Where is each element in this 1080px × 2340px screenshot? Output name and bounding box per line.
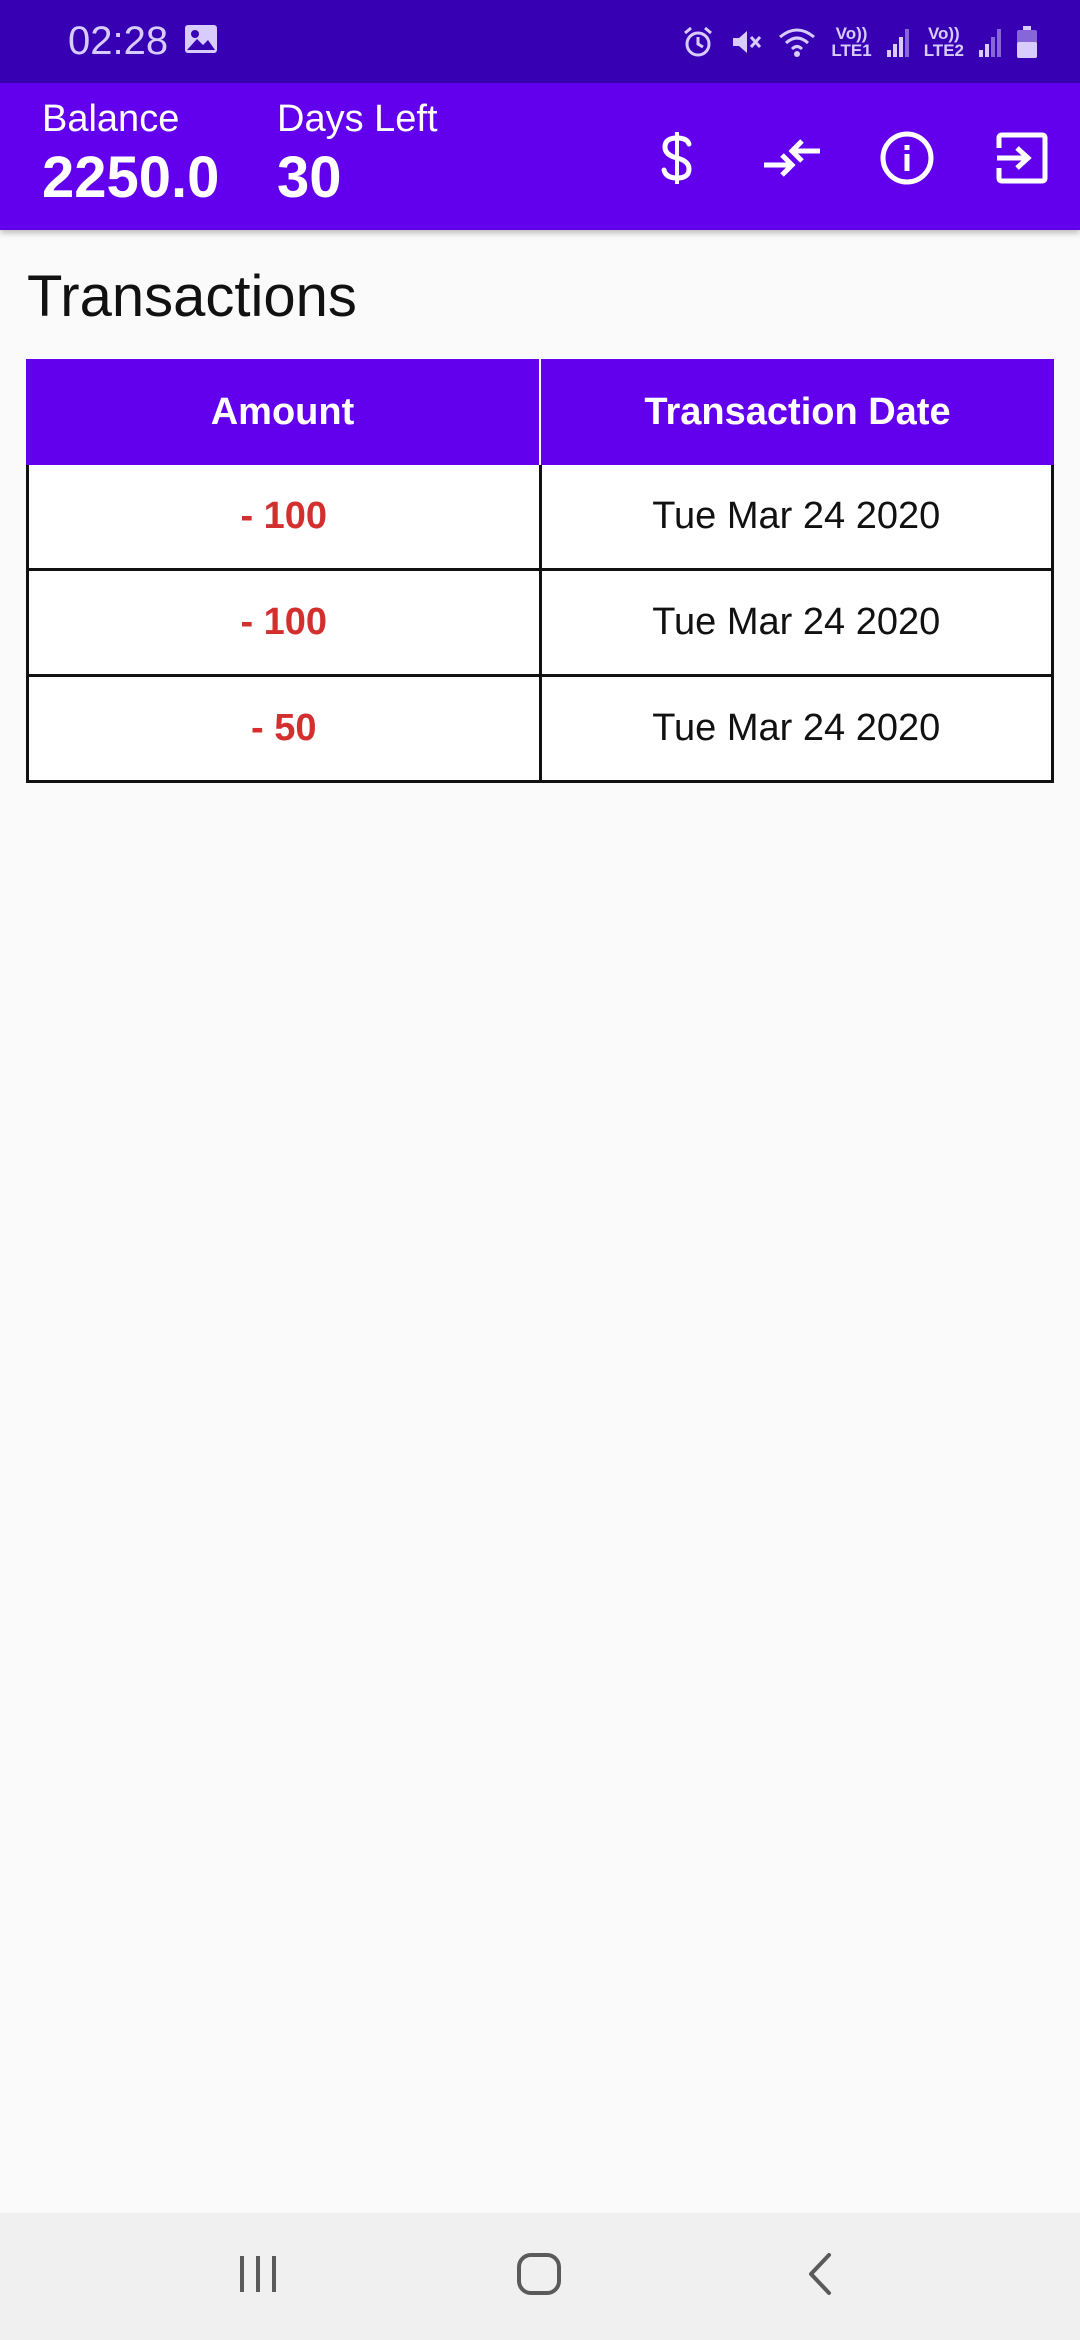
- table-row[interactable]: - 50 Tue Mar 24 2020: [26, 677, 1054, 783]
- recents-icon: [236, 2253, 280, 2300]
- sim1-indicator: Vo)) LTE1: [831, 25, 871, 59]
- days-left-value: 30: [277, 145, 342, 210]
- balance-label: Balance: [42, 98, 180, 140]
- wifi-icon: [777, 25, 817, 59]
- info-button[interactable]: [870, 121, 944, 195]
- table-row[interactable]: - 100 Tue Mar 24 2020: [26, 465, 1054, 571]
- date-cell: Tue Mar 24 2020: [652, 707, 941, 749]
- transfer-icon: [762, 135, 822, 181]
- alarm-icon: [681, 25, 715, 59]
- mute-icon: [729, 25, 763, 59]
- home-button[interactable]: [499, 2243, 579, 2309]
- days-left-label: Days Left: [277, 98, 438, 140]
- logout-button[interactable]: [985, 121, 1059, 195]
- column-header-amount: Amount: [26, 359, 541, 465]
- dollar-icon: [657, 130, 697, 186]
- balance-value: 2250.0: [42, 145, 220, 210]
- gallery-icon: [184, 24, 218, 54]
- transactions-title: Transactions: [27, 264, 357, 329]
- sim1-tech: LTE1: [831, 41, 872, 60]
- back-button[interactable]: [780, 2243, 860, 2309]
- amount-cell: - 100: [29, 571, 542, 674]
- recents-button[interactable]: [218, 2243, 298, 2309]
- app-bar: Balance 2250.0 Days Left 30: [0, 83, 1080, 230]
- logout-icon: [995, 132, 1049, 184]
- balance-stat: Balance 2250.0: [42, 95, 219, 213]
- column-header-date: Transaction Date: [644, 390, 951, 433]
- sim2-indicator: Vo)) LTE2: [924, 25, 964, 59]
- sim2-label: Vo)): [927, 24, 960, 43]
- back-icon: [803, 2251, 837, 2302]
- battery-icon: [1016, 25, 1038, 59]
- transfer-button[interactable]: [755, 121, 829, 195]
- date-cell: Tue Mar 24 2020: [652, 601, 941, 643]
- table-header: Amount Transaction Date: [26, 359, 1054, 465]
- days-left-stat: Days Left 30: [277, 95, 438, 213]
- status-bar: 02:28 Vo)) LTE1 Vo)) LTE2: [0, 0, 1080, 83]
- status-time: 02:28: [68, 19, 169, 63]
- amount-cell: - 100: [29, 465, 542, 568]
- add-funds-button[interactable]: [640, 121, 714, 195]
- home-icon: [515, 2251, 563, 2302]
- transactions-table: Amount Transaction Date - 100 Tue Mar 24…: [26, 359, 1054, 783]
- amount-cell: - 50: [29, 677, 542, 780]
- info-icon: [880, 131, 934, 185]
- system-nav-bar: [0, 2213, 1080, 2340]
- date-cell: Tue Mar 24 2020: [652, 495, 941, 537]
- signal-icon: [978, 26, 1002, 58]
- signal-icon: [886, 26, 910, 58]
- table-row[interactable]: - 100 Tue Mar 24 2020: [26, 571, 1054, 677]
- sim1-label: Vo)): [835, 24, 868, 43]
- sim2-tech: LTE2: [923, 41, 964, 60]
- status-icons: Vo)) LTE1 Vo)) LTE2: [681, 18, 1038, 66]
